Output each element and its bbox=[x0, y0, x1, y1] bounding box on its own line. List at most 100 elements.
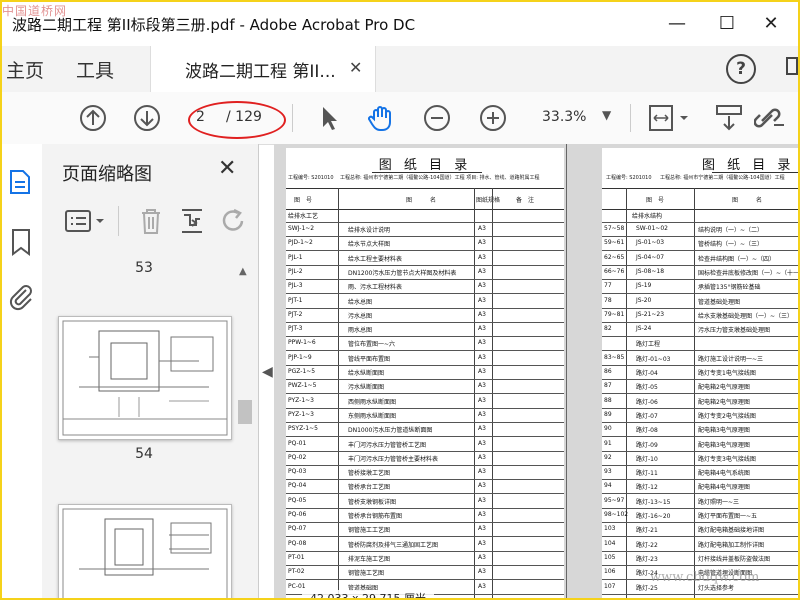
section-label: 给排水结构 bbox=[632, 213, 663, 220]
extract-page-icon[interactable] bbox=[178, 206, 206, 240]
drawing-no: PYZ-1~3 bbox=[288, 410, 314, 418]
close-window-button[interactable]: ✕ bbox=[754, 10, 788, 38]
table-row: 62~65 JS-04~07 检查井结构图（一）~（四） bbox=[602, 251, 798, 266]
table-row: PQ-05 管桥支墩钢板详图 A3 bbox=[286, 494, 564, 509]
drawing-no: PJP-1~9 bbox=[288, 353, 312, 361]
zoom-selector[interactable]: 33.3% ▼ bbox=[530, 106, 620, 130]
drawing-no: JS-21~23 bbox=[636, 310, 665, 318]
tab-tools[interactable]: 工具 bbox=[76, 56, 114, 83]
collapse-toolbar-icon[interactable] bbox=[786, 56, 798, 81]
row-index: 82 bbox=[604, 325, 612, 333]
table-row: 路灯工程 bbox=[602, 336, 798, 352]
drawing-name: 管位布置图一~六 bbox=[348, 341, 396, 349]
header-size: 图纸规格 bbox=[476, 197, 501, 204]
thumbnails-icon[interactable] bbox=[8, 168, 34, 200]
header-drawing-no: 图 号 bbox=[646, 197, 665, 204]
section-row: 给排水结构 bbox=[602, 208, 798, 223]
drawing-name: 路灯专变2电气接线图 bbox=[698, 412, 756, 420]
thumbnail-scrollbar[interactable]: ▲ bbox=[236, 264, 254, 594]
drawing-no: PJT-1 bbox=[288, 296, 303, 304]
table-row: PJL-2 DN1200污水压力管节点大样图及材料表 A3 bbox=[286, 265, 564, 280]
drawing-no: JS-08~18 bbox=[636, 267, 665, 275]
previous-page-icon[interactable] bbox=[78, 103, 108, 133]
drawing-no: 路灯-23 bbox=[636, 555, 658, 563]
table-row: 66~76 JS-08~18 国标检查井底板修改图（一）~（十一） bbox=[602, 265, 798, 280]
drawing-name: DN1000污水压力管道纵断面图 bbox=[348, 427, 433, 435]
fit-page-icon[interactable] bbox=[648, 103, 688, 133]
page-thumbnail[interactable] bbox=[58, 316, 232, 440]
table-row: PQ-04 管桥承台工艺图 A3 bbox=[286, 479, 564, 495]
attachment-icon[interactable] bbox=[8, 284, 34, 316]
row-index: 57~58 bbox=[604, 225, 625, 232]
drawing-size: A3 bbox=[478, 353, 486, 361]
document-viewport: 图 纸 目 录 工程编号: S201010 工程总称: 福州市宁德第二期（福鳌公… bbox=[274, 144, 798, 598]
delete-page-icon[interactable] bbox=[138, 206, 164, 240]
zoom-out-icon[interactable] bbox=[422, 103, 452, 133]
drawing-size: A3 bbox=[478, 267, 486, 275]
table-row: PQ-02 丰门河污水压力管管桥主要材料表 A3 bbox=[286, 451, 564, 466]
drawing-size: A3 bbox=[478, 425, 486, 433]
table-row: 98~102 路灯-16~20 路灯平面布置图一~五 bbox=[602, 508, 798, 523]
link-icon[interactable] bbox=[753, 103, 784, 133]
drawing-name: 给水总图 bbox=[348, 298, 373, 306]
zoom-in-icon[interactable] bbox=[478, 103, 508, 133]
drawing-no: PGZ-1~5 bbox=[288, 368, 316, 375]
scroll-up-icon[interactable]: ▲ bbox=[239, 266, 247, 277]
drawing-no: 路灯-07 bbox=[636, 412, 658, 420]
close-panel-icon[interactable]: ✕ bbox=[218, 156, 236, 181]
rotate-page-icon[interactable] bbox=[220, 206, 248, 240]
row-index: 92 bbox=[604, 453, 612, 461]
page-thumbnail[interactable] bbox=[58, 504, 232, 598]
table-row: PQ-08 管桥防腐剂及排气三通加固工艺图 A3 bbox=[286, 537, 564, 552]
project-code: 工程编号: S201010 bbox=[606, 175, 652, 181]
drawing-name: DN1200污水压力管节点大样图及材料表 bbox=[348, 269, 457, 277]
help-icon[interactable]: ? bbox=[726, 54, 756, 84]
drawing-no: 路灯-13~15 bbox=[636, 498, 671, 506]
collapse-panel-icon[interactable]: ◀ bbox=[262, 364, 273, 380]
document-page-left: 图 纸 目 录 工程编号: S201010 工程总称: 福州市宁德第二期（福鳌公… bbox=[286, 148, 564, 598]
row-index: 95~97 bbox=[604, 496, 625, 504]
bookmark-icon[interactable] bbox=[10, 228, 32, 260]
table-row: SWJ-1~2 给排水设计说明 A3 bbox=[286, 222, 564, 237]
tab-document[interactable]: 波路二期工程 第II... ✕ bbox=[150, 46, 376, 92]
drawing-no: 路灯-09 bbox=[636, 441, 658, 449]
drawing-no: PJL-3 bbox=[288, 282, 303, 290]
tab-bar: 主页 工具 波路二期工程 第II... ✕ ? bbox=[2, 46, 798, 93]
row-index: 106 bbox=[604, 568, 616, 576]
minimize-button[interactable]: — bbox=[660, 10, 694, 38]
drawing-no: PJD-1~2 bbox=[288, 239, 313, 247]
tab-home[interactable]: 主页 bbox=[6, 56, 44, 83]
drawing-name: 路灯平面布置图一~五 bbox=[698, 513, 758, 520]
maximize-button[interactable]: ☐ bbox=[710, 10, 744, 38]
drawing-no: JS-24 bbox=[636, 325, 652, 333]
drawing-name: 配电箱4电气系统图 bbox=[698, 470, 750, 478]
select-cursor-icon[interactable] bbox=[314, 103, 344, 133]
table-row: PWZ-1~5 污水纵断面图 A3 bbox=[286, 379, 564, 395]
drawing-name: 路灯专变3电气接线图 bbox=[698, 455, 756, 463]
drawing-no: 路灯-05 bbox=[636, 384, 658, 392]
drawing-size: A3 bbox=[478, 339, 486, 347]
row-index: 105 bbox=[604, 553, 616, 561]
page-number-annotation bbox=[188, 101, 286, 139]
hand-tool-icon[interactable] bbox=[366, 103, 396, 133]
scroll-mode-icon[interactable] bbox=[714, 103, 744, 133]
scrollbar-thumb[interactable] bbox=[238, 400, 252, 424]
drawing-no: PWZ-1~5 bbox=[288, 382, 317, 390]
drawing-name: 结构说明（一）~（二） bbox=[698, 227, 764, 234]
drawing-name: 排泥车施工艺图 bbox=[348, 555, 391, 563]
drawing-index-title: 图 纸 目 录 bbox=[702, 158, 795, 173]
table-row: PJP-1~9 管线平面布置图 A3 bbox=[286, 351, 564, 366]
drawing-no: 路灯-04 bbox=[636, 370, 658, 377]
table-row: PYZ-1~3 东侧雨水纵断面图 A3 bbox=[286, 408, 564, 423]
drawing-index-title: 图 纸 目 录 bbox=[378, 158, 472, 173]
next-page-icon[interactable] bbox=[132, 103, 162, 133]
drawing-name: 给水支墩基础处理图（一）~（三） bbox=[698, 312, 794, 320]
options-menu-icon[interactable] bbox=[64, 208, 108, 238]
close-tab-icon[interactable]: ✕ bbox=[349, 58, 362, 77]
table-header: 图 号 图 名 bbox=[602, 188, 798, 210]
drawing-no: JS-20 bbox=[636, 296, 652, 304]
drawing-size: A3 bbox=[478, 439, 486, 447]
project-code: 工程编号: S201010 bbox=[288, 175, 334, 181]
table-row: 59~61 JS-01~03 管桥结构（一）~（三） bbox=[602, 236, 798, 252]
drawing-name: 检查井结构图（一）~（四） bbox=[698, 255, 776, 263]
